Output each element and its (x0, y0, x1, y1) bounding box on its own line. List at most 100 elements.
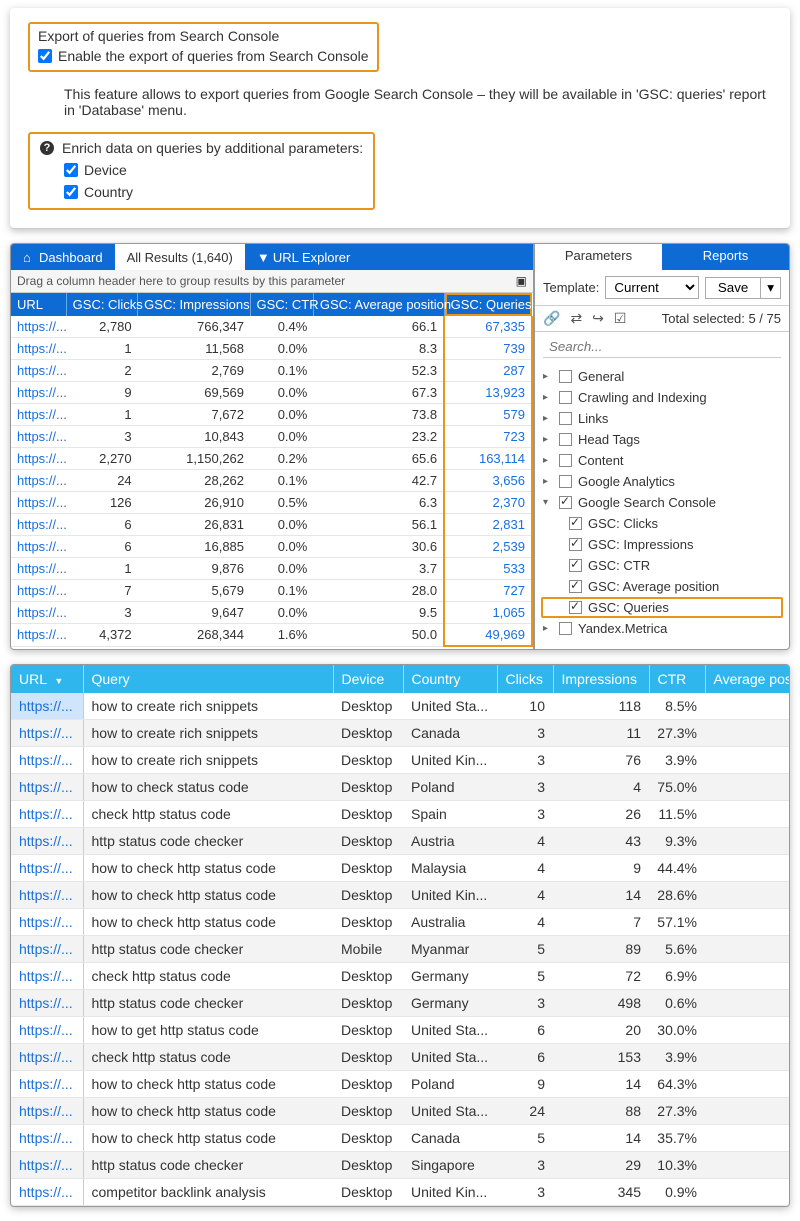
tree-item[interactable]: ▸Links (541, 408, 783, 429)
table-row[interactable]: https://...how to get http status codeDe… (11, 1017, 790, 1044)
tree-checkbox[interactable] (559, 412, 572, 425)
tree-child-item[interactable]: GSC: Average position (541, 576, 783, 597)
col-header[interactable]: Query (83, 665, 333, 693)
table-row[interactable]: https://...17,6720.0%73.8579 (11, 404, 532, 426)
table-row[interactable]: https://...how to check http status code… (11, 1071, 790, 1098)
table-row[interactable]: https://...75,6790.1%28.0727 (11, 580, 532, 602)
chevron-icon[interactable]: ▾ (543, 497, 553, 508)
table-row[interactable]: https://...http status code checkerDeskt… (11, 1152, 790, 1179)
chevron-icon[interactable]: ▸ (543, 434, 553, 445)
tree-checkbox[interactable] (559, 454, 572, 467)
device-checkbox[interactable]: Device (64, 162, 363, 178)
table-row[interactable]: https://...competitor backlink analysisD… (11, 1179, 790, 1206)
help-icon[interactable]: ? (40, 141, 54, 155)
tab-reports[interactable]: Reports (662, 244, 789, 270)
tree-item[interactable]: ▸Yandex.Metrica (541, 618, 783, 639)
enable-export-input[interactable] (38, 49, 52, 63)
table-row[interactable]: https://...http status code checkerDeskt… (11, 990, 790, 1017)
tree-checkbox[interactable] (559, 433, 572, 446)
tab-parameters[interactable]: Parameters (535, 244, 662, 270)
tree-item[interactable]: ▸General (541, 366, 783, 387)
chevron-icon[interactable]: ▸ (543, 455, 553, 466)
chevron-icon[interactable]: ▸ (543, 476, 553, 487)
col-header[interactable]: Country (403, 665, 497, 693)
table-row[interactable]: https://...12626,9100.5%6.32,370 (11, 492, 532, 514)
tree-checkbox[interactable] (569, 559, 582, 572)
tree-checkbox[interactable] (569, 517, 582, 530)
tree-checkbox[interactable] (569, 580, 582, 593)
tree-item[interactable]: ▸Head Tags (541, 429, 783, 450)
col-header[interactable]: GSC: Queries (444, 293, 532, 316)
table-row[interactable]: https://...4,372268,3441.6%50.049,969 (11, 624, 532, 647)
table-row[interactable]: https://...check http status codeDesktop… (11, 801, 790, 828)
table-row[interactable]: https://...22,7690.1%52.3287 (11, 360, 532, 382)
table-row[interactable]: https://...http status code checkerMobil… (11, 936, 790, 963)
col-header[interactable]: CTR (649, 665, 705, 693)
table-row[interactable]: https://...how to create rich snippetsDe… (11, 720, 790, 747)
tab-all-results[interactable]: All Results (1,640) (115, 244, 245, 270)
table-row[interactable]: https://...check http status codeDesktop… (11, 1044, 790, 1071)
tree-checkbox[interactable] (559, 475, 572, 488)
save-dropdown[interactable]: ▾ (760, 277, 781, 299)
tree-checkbox[interactable] (559, 370, 572, 383)
col-header[interactable]: Clicks (497, 665, 553, 693)
tab-url-explorer[interactable]: ▼ URL Explorer (245, 244, 363, 270)
tree-child-item[interactable]: GSC: Clicks (541, 513, 783, 534)
tree-child-item[interactable]: GSC: Impressions (541, 534, 783, 555)
country-checkbox[interactable]: Country (64, 184, 363, 200)
col-header[interactable]: Impressions (553, 665, 649, 693)
tree-checkbox[interactable] (569, 601, 582, 614)
device-input[interactable] (64, 163, 78, 177)
template-select[interactable]: Current (605, 276, 699, 299)
col-header[interactable]: GSC: Average position (313, 293, 444, 316)
scroll-up-icon[interactable]: ▣ (516, 274, 527, 288)
col-header[interactable]: GSC: CTR (250, 293, 313, 316)
table-row[interactable]: https://...39,6470.0%9.51,065 (11, 602, 532, 624)
table-row[interactable]: https://...2,2701,150,2620.2%65.6163,114 (11, 448, 532, 470)
swap-icon[interactable]: ⇄ (570, 310, 582, 327)
col-header[interactable]: URL ▼ (11, 665, 83, 693)
table-row[interactable]: https://...how to check http status code… (11, 1098, 790, 1125)
table-row[interactable]: https://...616,8850.0%30.62,539 (11, 536, 532, 558)
table-row[interactable]: https://...how to check http status code… (11, 882, 790, 909)
col-header[interactable]: Device (333, 665, 403, 693)
table-row[interactable]: https://...how to check status codeDeskt… (11, 774, 790, 801)
table-row[interactable]: https://...19,8760.0%3.7533 (11, 558, 532, 580)
table-row[interactable]: https://...http status code checkerDeskt… (11, 828, 790, 855)
table-row[interactable]: https://...2,780766,3470.4%66.167,335 (11, 316, 532, 338)
table-row[interactable]: https://...how to check http status code… (11, 855, 790, 882)
tree-checkbox[interactable] (559, 496, 572, 509)
col-header[interactable]: GSC: Impressions (138, 293, 250, 316)
table-row[interactable]: https://...how to check http status code… (11, 1125, 790, 1152)
tree-item[interactable]: ▸Google Analytics (541, 471, 783, 492)
col-header[interactable]: Average position (705, 665, 790, 693)
check-icon[interactable]: ☑ (614, 310, 627, 327)
chevron-icon[interactable]: ▸ (543, 413, 553, 424)
table-row[interactable]: https://...check http status codeDesktop… (11, 963, 790, 990)
table-row[interactable]: https://...310,8430.0%23.2723 (11, 426, 532, 448)
chevron-icon[interactable]: ▸ (543, 371, 553, 382)
table-row[interactable]: https://...626,8310.0%56.12,831 (11, 514, 532, 536)
table-row[interactable]: https://...2428,2620.1%42.73,656 (11, 470, 532, 492)
redo-icon[interactable]: ↪ (592, 310, 604, 327)
chevron-icon[interactable]: ▸ (543, 392, 553, 403)
table-row[interactable]: https://...969,5690.0%67.313,923 (11, 382, 532, 404)
tree-search-input[interactable] (543, 336, 781, 358)
link-icon[interactable]: 🔗 (543, 310, 560, 327)
table-row[interactable]: https://...how to check http status code… (11, 909, 790, 936)
table-row[interactable]: https://...how to create rich snippetsDe… (11, 747, 790, 774)
table-row[interactable]: https://...how to create rich snippetsDe… (11, 693, 790, 720)
tree-item[interactable]: ▸Content (541, 450, 783, 471)
tree-checkbox[interactable] (559, 622, 572, 635)
country-input[interactable] (64, 185, 78, 199)
tree-checkbox[interactable] (569, 538, 582, 551)
chevron-icon[interactable]: ▸ (543, 623, 553, 634)
table-row[interactable]: https://...111,5680.0%8.3739 (11, 338, 532, 360)
group-hint[interactable]: Drag a column header here to group resul… (11, 270, 533, 293)
tab-dashboard[interactable]: ⌂ Dashboard (11, 244, 115, 270)
tree-child-item[interactable]: GSC: Queries (541, 597, 783, 618)
tree-item[interactable]: ▸Crawling and Indexing (541, 387, 783, 408)
tree-item[interactable]: ▾Google Search Console (541, 492, 783, 513)
col-header[interactable]: GSC: Clicks (66, 293, 138, 316)
col-header[interactable]: URL (11, 293, 66, 316)
